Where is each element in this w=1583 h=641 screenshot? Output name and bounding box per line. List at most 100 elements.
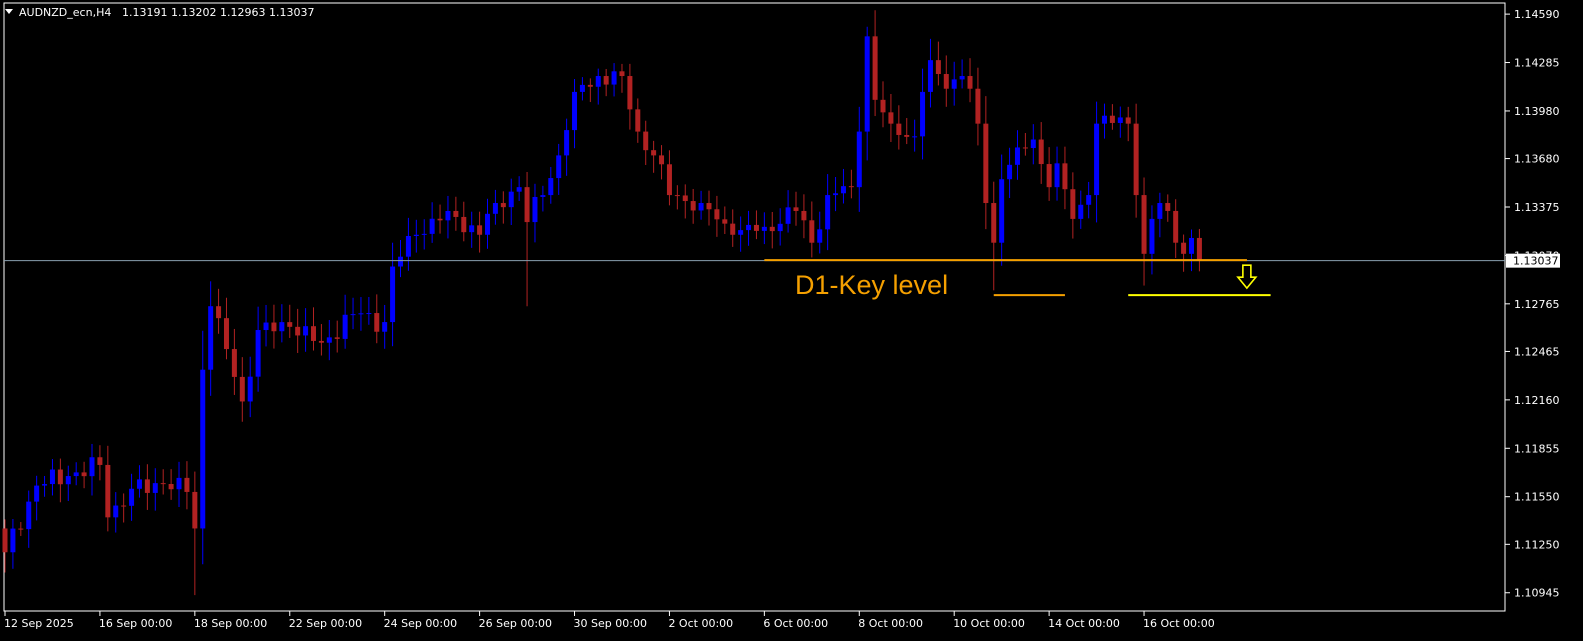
candle-body (350, 314, 356, 316)
candle (374, 294, 380, 344)
candle-body (508, 191, 514, 208)
candle-body (18, 528, 24, 530)
candle (825, 174, 831, 251)
candle (34, 475, 40, 521)
candle (263, 304, 269, 347)
candle-body (1086, 195, 1092, 205)
time-tick-label: 22 Sep 00:00 (289, 617, 362, 630)
candle-body (516, 187, 522, 192)
candle-body (643, 131, 649, 151)
candle (738, 216, 744, 252)
candle-body (461, 216, 467, 233)
candle-body (1062, 163, 1068, 190)
candle (81, 461, 87, 489)
candle-body (951, 79, 957, 89)
candle (1157, 192, 1163, 238)
candle (26, 490, 32, 548)
candle-body (564, 130, 570, 156)
candle (572, 78, 578, 149)
candle-body (208, 306, 214, 370)
candle (295, 308, 301, 353)
candle-body (888, 112, 894, 124)
price-chart[interactable]: 1.14590 1.14285 1.13980 1.13680 1.13375 1.130… (0, 0, 1583, 641)
candle (603, 68, 609, 97)
price-tick-label: 1.13680 (1514, 153, 1560, 166)
candle (429, 202, 435, 243)
candle (485, 198, 491, 249)
candle (1054, 146, 1060, 201)
candle (643, 120, 649, 166)
candle-body (469, 225, 475, 233)
candle (279, 304, 285, 343)
candle-body (1070, 189, 1076, 219)
candle-body (168, 484, 174, 490)
candle (1196, 228, 1202, 272)
candle (833, 177, 839, 212)
price-tick-label: 1.12465 (1514, 345, 1560, 358)
candle (975, 67, 981, 146)
candle-body (572, 91, 578, 131)
candle-body (785, 207, 791, 224)
candle-body (619, 71, 625, 77)
candle-body (374, 313, 380, 332)
candle (239, 357, 245, 422)
candle (1189, 229, 1194, 272)
candle (635, 98, 641, 143)
candle-body (1165, 203, 1171, 211)
candle-body (817, 229, 823, 243)
candle (666, 150, 672, 206)
candle-body (943, 74, 949, 89)
candle (42, 475, 48, 497)
candle (461, 201, 467, 242)
candle (223, 297, 229, 360)
candle-body (81, 472, 87, 477)
price-tick-label: 1.11855 (1514, 442, 1560, 455)
candle (477, 211, 483, 253)
candle-body (342, 314, 348, 339)
candle (1149, 205, 1155, 275)
candle (753, 210, 759, 240)
candle (49, 459, 55, 496)
candle-body (904, 134, 910, 137)
candle (303, 308, 309, 352)
candle-body (690, 201, 696, 211)
candle-body (65, 476, 71, 485)
ohlc-values: 1.13191 1.13202 1.12963 1.13037 (122, 6, 314, 19)
candle-body (358, 313, 364, 315)
candle-body (136, 479, 142, 489)
candle-body (595, 76, 601, 87)
dropdown-triangle-icon[interactable] (5, 9, 13, 14)
candle (516, 176, 522, 201)
candle-body (753, 224, 759, 231)
candle (318, 324, 324, 356)
candle (65, 465, 71, 502)
candle (1022, 132, 1028, 156)
candle-body (421, 233, 427, 235)
candle (500, 191, 506, 224)
candle-body (310, 326, 316, 341)
candle (999, 154, 1005, 266)
candle (690, 188, 696, 224)
candle-body (326, 337, 332, 343)
candle-body (34, 485, 40, 502)
candle (524, 172, 530, 307)
price-tick-label: 1.12160 (1514, 394, 1560, 407)
candle-body (761, 226, 767, 231)
candle (848, 169, 854, 199)
candle (136, 465, 142, 498)
candle (176, 461, 182, 508)
candle-body (1094, 123, 1100, 196)
time-tick-label: 14 Oct 00:00 (1048, 617, 1120, 630)
candle-body (390, 266, 396, 323)
candle (983, 96, 989, 230)
candle (453, 196, 459, 231)
candle-body (231, 349, 237, 377)
candle (888, 94, 894, 143)
candle-body (722, 219, 728, 224)
candle-body (975, 88, 981, 124)
candle (674, 185, 680, 210)
candle (809, 201, 815, 258)
candle-body (121, 505, 127, 507)
candle (129, 473, 135, 521)
candle-body (611, 71, 617, 85)
